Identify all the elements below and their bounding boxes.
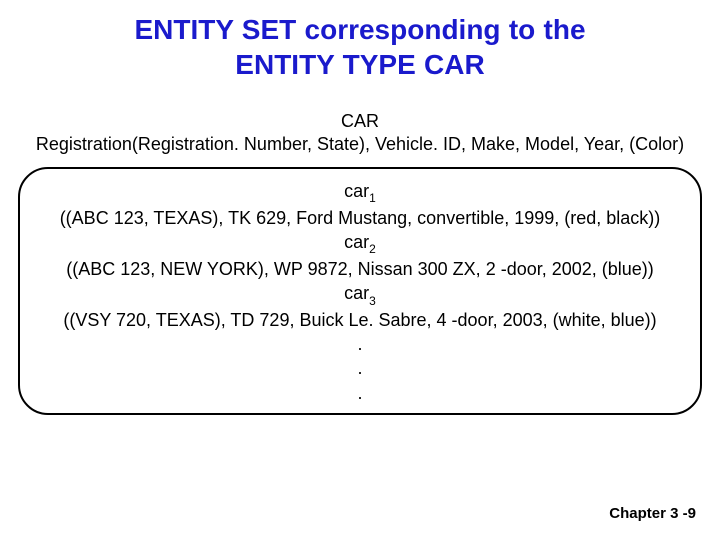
slide-title: ENTITY SET corresponding to the ENTITY T… (14, 12, 706, 82)
entity-set-box: car1 ((ABC 123, TEXAS), TK 629, Ford Mus… (18, 167, 702, 415)
ellipsis-dot: . (32, 381, 688, 405)
page-footer: Chapter 3 -9 (609, 505, 696, 522)
entity-tuple: ((ABC 123, NEW YORK), WP 9872, Nissan 30… (32, 257, 688, 281)
entity-label: car1 (32, 179, 688, 206)
entity-schema: CAR Registration(Registration. Number, S… (14, 110, 706, 157)
schema-attributes: Registration(Registration. Number, State… (14, 133, 706, 156)
title-line-2: ENTITY TYPE CAR (235, 49, 484, 80)
ellipsis-dot: . (32, 332, 688, 356)
slide: ENTITY SET corresponding to the ENTITY T… (0, 0, 720, 540)
entity-label: car3 (32, 281, 688, 308)
title-line-1: ENTITY SET corresponding to the (134, 14, 585, 45)
ellipsis-dot: . (32, 356, 688, 380)
entity-tuple: ((VSY 720, TEXAS), TD 729, Buick Le. Sab… (32, 308, 688, 332)
entity-label: car2 (32, 230, 688, 257)
schema-name: CAR (14, 110, 706, 133)
entity-tuple: ((ABC 123, TEXAS), TK 629, Ford Mustang,… (32, 206, 688, 230)
